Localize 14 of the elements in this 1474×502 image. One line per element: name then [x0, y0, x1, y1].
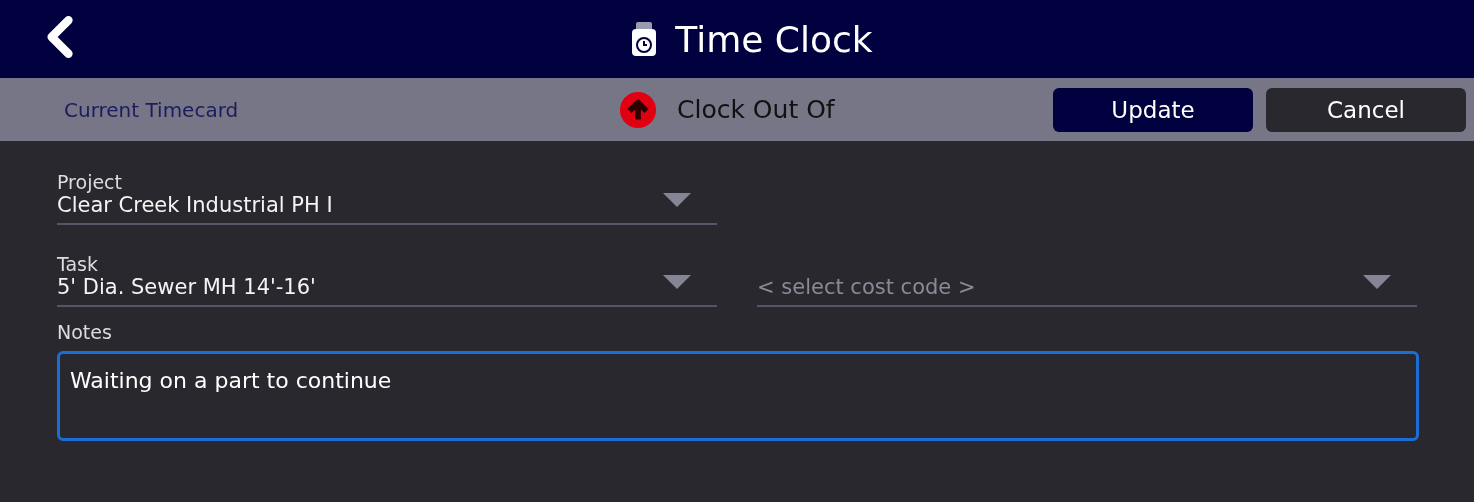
- update-button[interactable]: Update: [1053, 87, 1253, 132]
- section-label: Current Timecard: [64, 97, 240, 122]
- window-title: Time Clock: [675, 18, 873, 60]
- action-label: Clock Out Of: [677, 95, 835, 124]
- notes-field[interactable]: Waiting on a part to continue: [57, 351, 1419, 441]
- time-clock-icon: [631, 21, 658, 57]
- cancel-button[interactable]: Cancel: [1266, 87, 1466, 132]
- dropdown-field[interactable]: < select cost code >: [757, 253, 1417, 307]
- caret-icon: [663, 275, 691, 291]
- dropdown-field[interactable]: Project Clear Creek Industrial PH I: [57, 171, 717, 225]
- notes-label: Notes: [57, 321, 113, 343]
- caret-icon: [663, 193, 691, 209]
- caret-icon: [1363, 275, 1391, 291]
- dropdown-field[interactable]: Task 5' Dia. Sewer MH 14'-16': [57, 253, 717, 307]
